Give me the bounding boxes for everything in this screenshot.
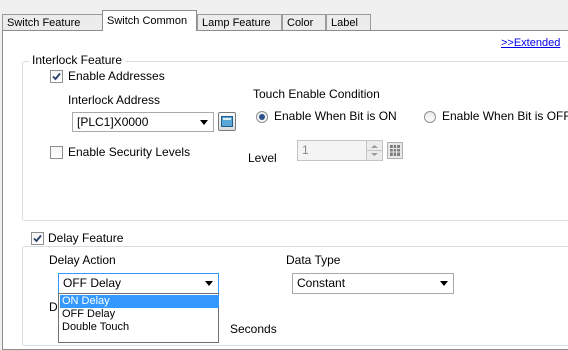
enable-addresses-checkbox[interactable] [50,70,63,83]
dropdown-option-on-delay[interactable]: ON Delay [60,295,219,308]
interlock-address-combo[interactable]: [PLC1]X0000 [72,112,214,132]
touch-enable-condition-label: Touch Enable Condition [253,87,380,101]
tab-strip: Switch Feature Switch Common Lamp Featur… [0,0,568,31]
tab-switch-feature[interactable]: Switch Feature [2,14,103,30]
tab-color[interactable]: Color [282,14,326,30]
keypad-button[interactable] [387,142,403,159]
checkmark-icon [33,234,42,243]
enable-when-off-radio[interactable] [424,111,436,123]
delay-feature-header: Delay Feature [28,231,127,245]
chevron-down-icon [205,281,213,286]
enable-security-levels-label: Enable Security Levels [68,145,191,159]
tab-label[interactable]: Label [326,14,371,30]
hidden-label-fragment: D [49,300,58,314]
delay-feature-checkbox[interactable] [31,232,44,245]
interlock-feature-group [22,61,568,221]
enable-when-on-label: Enable When Bit is ON [274,109,397,123]
seconds-label: Seconds [230,322,277,336]
level-spin-arrows[interactable] [366,141,382,160]
delay-feature-title: Delay Feature [48,231,124,245]
interlock-address-label: Interlock Address [68,93,161,107]
level-value: 1 [302,143,309,157]
extended-link[interactable]: >>Extended [501,37,560,49]
tab-lamp-feature[interactable]: Lamp Feature [197,14,282,30]
keypad-icon [390,145,400,156]
interlock-address-value: [PLC1]X0000 [77,115,149,129]
data-type-combo[interactable]: Constant [292,273,454,294]
data-type-value: Constant [297,276,346,290]
dropdown-option-off-delay[interactable]: OFF Delay [60,308,219,321]
checkmark-icon [52,72,61,81]
delay-action-value: OFF Delay [63,276,122,290]
delay-action-combo[interactable]: OFF Delay [58,273,219,294]
dropdown-option-double-touch[interactable]: Double Touch [60,321,219,334]
interlock-feature-title: Interlock Feature [29,53,126,67]
chevron-down-icon [200,120,208,125]
spin-up-down-icon [367,145,382,156]
tab-switch-common[interactable]: Switch Common [102,10,197,31]
delay-action-dropdown-list: ON Delay OFF Delay Double Touch [58,293,219,343]
enable-addresses-label: Enable Addresses [68,69,165,83]
address-picker-icon [221,116,233,127]
data-type-label: Data Type [286,253,341,267]
chevron-down-icon [440,281,448,286]
enable-when-off-label: Enable When Bit is OFF [442,109,568,123]
delay-action-label: Delay Action [49,253,116,267]
address-picker-button[interactable] [218,112,236,131]
enable-when-on-radio[interactable] [256,111,268,123]
level-label: Level [248,151,277,165]
level-spinbox[interactable]: 1 [297,140,383,161]
enable-security-levels-checkbox[interactable] [50,146,63,159]
